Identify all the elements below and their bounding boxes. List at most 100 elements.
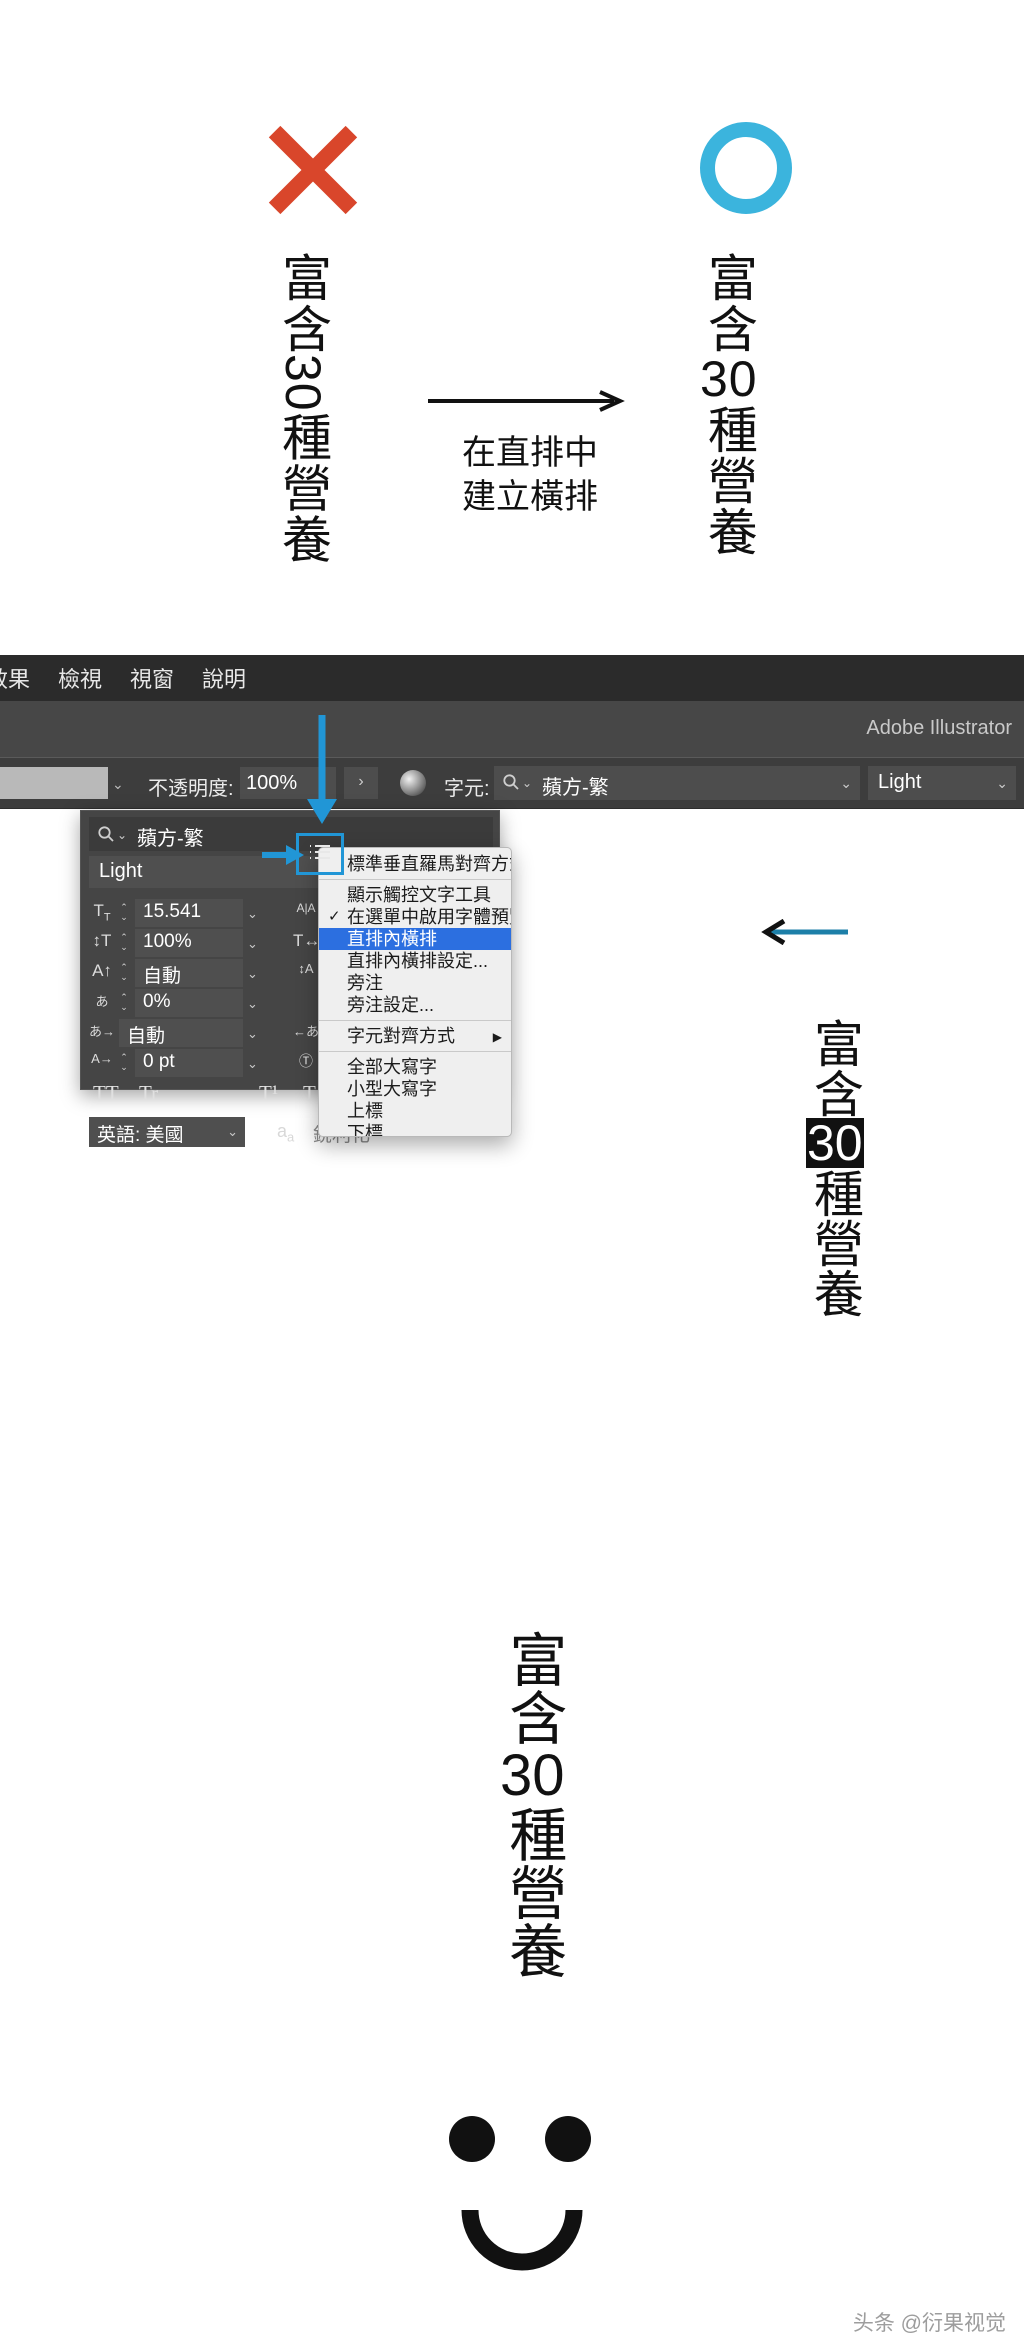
tsume-right-icon: ←あ — [293, 1024, 320, 1039]
vertical-scale-chevron-down-icon[interactable]: ⌄ — [247, 936, 258, 952]
menu-item-label: 在選單中啟用字體預覽 — [347, 907, 512, 927]
vertical-scale-value: 100% — [143, 931, 192, 952]
tracking-icon: A|A — [296, 901, 316, 915]
preview-char-1: 富 — [806, 1018, 863, 1068]
menu-item-label: 上標 — [347, 1101, 383, 1121]
menu-item-label: 旁注 — [347, 973, 383, 993]
cross-mark-icon — [268, 125, 358, 215]
baseline-offset-stepper[interactable]: ⌃ ⌄ — [117, 1052, 131, 1074]
tsume-left-icon: あ→ — [89, 1024, 116, 1039]
menu-item-show-touch-type-tool[interactable]: 顯示觸控文字工具 — [319, 884, 511, 906]
language-field[interactable]: 英語: 美國 ⌄ — [89, 1117, 245, 1147]
menu-item-enable-font-preview[interactable]: ✓ 在選單中啟用字體預覽 — [319, 906, 511, 928]
bad-char-1: 富 — [275, 252, 331, 303]
font-style-chevron-down-icon[interactable]: ⌄ — [996, 775, 1008, 792]
kerning-chevron-down-icon[interactable]: ⌄ — [247, 996, 258, 1012]
opacity-options-chevron-icon[interactable]: › — [344, 767, 378, 799]
character-label: 字元: — [444, 778, 490, 800]
panel-menu-hamburger-icon[interactable] — [306, 841, 334, 867]
menu-item-label: 標準垂直羅馬對齊方式 — [347, 854, 512, 874]
font-style-field[interactable]: Light ⌄ — [868, 766, 1016, 800]
language-value: 英語: 美國 — [97, 1125, 184, 1146]
bad-example-vertical-text: 富含30種營養 — [275, 252, 331, 612]
good-char-3: 種 — [700, 404, 757, 455]
bad-number-sideways: 30 — [275, 354, 331, 412]
menubar-item-view[interactable]: 檢視 — [58, 662, 102, 694]
app-name-label: Adobe Illustrator — [866, 717, 1012, 739]
menu-item-label: 字元對齊方式 — [347, 1026, 455, 1046]
smiley-face-icon — [449, 2116, 591, 2271]
bad-char-5: 養 — [275, 513, 331, 565]
menu-item-label: 全部大寫字 — [347, 1057, 437, 1077]
search-chevron-down-icon[interactable]: ⌄ — [522, 776, 532, 790]
superscript-button[interactable]: T¹ — [259, 1081, 278, 1106]
search-chevron-down-icon[interactable]: ⌄ — [117, 828, 127, 842]
language-chevron-down-icon[interactable]: ⌄ — [227, 1124, 238, 1140]
artboard-vertical-text-preview: 富含30種營養 — [806, 1018, 864, 1398]
baseline-shift-chevron-down-icon[interactable]: ⌄ — [247, 966, 258, 982]
menu-item-superscript[interactable]: 上標 — [319, 1100, 511, 1122]
menu-item-ruby-settings[interactable]: 旁注設定... — [319, 994, 511, 1016]
search-icon — [503, 774, 519, 790]
menubar-item-window[interactable]: 視窗 — [130, 662, 174, 694]
font-size-stepper[interactable]: ⌃ ⌄ — [117, 902, 131, 924]
right-arrow-icon — [428, 390, 625, 412]
good-number-upright: 30 — [700, 351, 758, 407]
baseline-shift-value: 自動 — [143, 966, 182, 987]
swatch-chevron-down-icon[interactable]: ⌄ — [112, 776, 124, 793]
menu-item-character-alignment[interactable]: 字元對齊方式 ▶ — [319, 1025, 511, 1047]
font-family-chevron-down-icon[interactable]: ⌄ — [840, 775, 852, 792]
watermark-text: 头条 @衍果视觉 — [852, 2312, 1006, 2335]
font-size-icon: TT — [93, 901, 111, 924]
good-char-2: 含 — [700, 303, 757, 354]
app-title-bar: Adobe Illustrator — [0, 701, 1024, 757]
checkmark-icon: ✓ — [328, 908, 341, 925]
all-caps-button[interactable]: TT — [93, 1081, 119, 1106]
vertical-scale-stepper[interactable]: ⌃ ⌄ — [117, 932, 131, 954]
character-rotation-icon: Ⓣ — [299, 1053, 313, 1069]
menu-item-all-caps[interactable]: 全部大寫字 — [319, 1056, 511, 1078]
result-char-3: 種 — [500, 1805, 566, 1864]
menu-item-tate-chu-yoko[interactable]: 直排內橫排 — [319, 928, 511, 950]
tsume-left-chevron-down-icon[interactable]: ⌄ — [247, 1026, 258, 1042]
menu-separator — [319, 1020, 511, 1021]
small-caps-button[interactable]: Tr — [139, 1081, 158, 1106]
result-number-upright: 30 — [500, 1743, 565, 1808]
good-char-1: 富 — [700, 252, 757, 303]
good-example-vertical-text: 富含30種營養 — [700, 252, 758, 612]
menubar-item-help[interactable]: 說明 — [202, 662, 246, 694]
preview-char-5: 養 — [806, 1268, 863, 1318]
menu-item-label: 旁注設定... — [347, 995, 435, 1015]
tsume-left-value: 自動 — [127, 1026, 166, 1047]
font-size-value: 15.541 — [143, 901, 202, 922]
kerning-value: 0% — [143, 991, 171, 1012]
menu-item-label: 下標 — [347, 1123, 383, 1137]
baseline-shift-stepper[interactable]: ⌃ ⌄ — [117, 962, 131, 984]
menubar-item-effect[interactable]: 效果 — [0, 662, 30, 694]
menu-item-small-caps[interactable]: 小型大寫字 — [319, 1078, 511, 1100]
result-char-1: 富 — [500, 1630, 566, 1688]
preview-char-2: 含 — [806, 1068, 863, 1118]
preview-selected-number[interactable]: 30 — [806, 1118, 864, 1168]
menu-item-subscript[interactable]: 下標 — [319, 1122, 511, 1137]
result-char-4: 營 — [500, 1863, 566, 1922]
bad-char-3: 種 — [275, 411, 331, 463]
font-family-field[interactable]: ⌄ 蘋方-繁 ⌄ — [494, 766, 860, 800]
preview-char-4: 營 — [806, 1218, 863, 1268]
menu-item-standard-vertical-roman-alignment[interactable]: 標準垂直羅馬對齊方式 — [319, 853, 511, 875]
screenshot-root: 富含30種營養 富含30種營養 在直排中 建立橫排 效果 檢視 視窗 說明 Ad… — [0, 0, 1024, 2349]
fill-swatch[interactable] — [0, 767, 108, 799]
font-size-chevron-down-icon[interactable]: ⌄ — [247, 906, 258, 922]
panel-font-style-value: Light — [99, 860, 143, 882]
kerning-stepper[interactable]: ⌃ ⌄ — [117, 992, 131, 1014]
gradient-ball-icon[interactable] — [400, 770, 426, 796]
character-panel-flyout-menu: 標準垂直羅馬對齊方式 顯示觸控文字工具 ✓ 在選單中啟用字體預覽 直排內橫排 直… — [318, 847, 512, 1137]
horizontal-scale-icon: T↔ — [293, 931, 321, 950]
menu-item-label: 直排內橫排設定... — [347, 951, 489, 971]
menu-item-mojisoroe-ruby[interactable]: 旁注 — [319, 972, 511, 994]
app-menubar: 效果 檢視 視窗 說明 — [0, 655, 1024, 701]
preview-char-3: 種 — [806, 1168, 863, 1218]
panel-font-search-value: 蘋方-繁 — [137, 828, 204, 850]
menu-item-tate-chu-yoko-settings[interactable]: 直排內橫排設定... — [319, 950, 511, 972]
baseline-offset-chevron-down-icon[interactable]: ⌄ — [247, 1056, 258, 1072]
